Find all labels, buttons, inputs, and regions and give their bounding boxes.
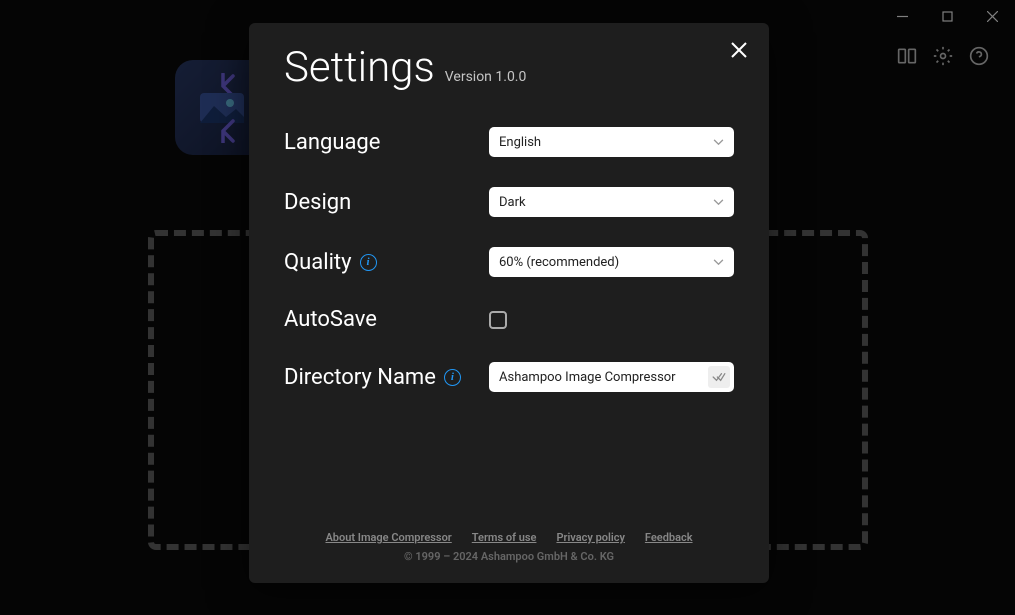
close-icon[interactable]	[727, 38, 751, 62]
quality-select[interactable]: 60% (recommended)	[489, 247, 734, 277]
chevron-down-icon	[713, 135, 724, 150]
confirm-button[interactable]	[708, 366, 730, 388]
language-select[interactable]: English	[489, 127, 734, 157]
directory-name-field-wrap	[489, 362, 734, 392]
privacy-link[interactable]: Privacy policy	[556, 531, 624, 544]
chevron-down-icon	[713, 255, 724, 270]
copyright-text: © 1999 – 2024 Ashampoo GmbH & Co. KG	[284, 550, 734, 563]
setting-row-language: Language English	[284, 127, 734, 157]
version-label: Version 1.0.0	[445, 69, 527, 85]
footer-links: About Image Compressor Terms of use Priv…	[284, 531, 734, 544]
setting-row-quality: Quality i 60% (recommended)	[284, 247, 734, 277]
settings-title: Settings Version 1.0.0	[284, 43, 734, 92]
chevron-down-icon	[713, 195, 724, 210]
about-link[interactable]: About Image Compressor	[325, 531, 451, 544]
design-select[interactable]: Dark	[489, 187, 734, 217]
terms-link[interactable]: Terms of use	[472, 531, 537, 544]
settings-dialog: Settings Version 1.0.0 Language English …	[249, 23, 769, 583]
modal-footer: About Image Compressor Terms of use Priv…	[284, 531, 734, 568]
settings-title-text: Settings	[284, 43, 435, 92]
feedback-link[interactable]: Feedback	[645, 531, 693, 544]
autosave-label: AutoSave	[284, 307, 489, 332]
quality-value: 60% (recommended)	[499, 255, 619, 270]
quality-label-text: Quality	[284, 250, 352, 275]
directory-name-input[interactable]	[499, 370, 724, 385]
info-icon[interactable]: i	[360, 254, 377, 271]
design-value: Dark	[499, 195, 526, 210]
info-icon[interactable]: i	[444, 369, 461, 386]
quality-label: Quality i	[284, 250, 489, 275]
directory-name-label: Directory Name i	[284, 365, 489, 390]
language-label: Language	[284, 130, 489, 155]
setting-row-design: Design Dark	[284, 187, 734, 217]
setting-row-autosave: AutoSave	[284, 307, 734, 332]
autosave-checkbox[interactable]	[489, 311, 507, 329]
language-value: English	[499, 135, 541, 150]
design-label: Design	[284, 190, 489, 215]
setting-row-directory: Directory Name i	[284, 362, 734, 392]
directory-name-label-text: Directory Name	[284, 365, 436, 390]
